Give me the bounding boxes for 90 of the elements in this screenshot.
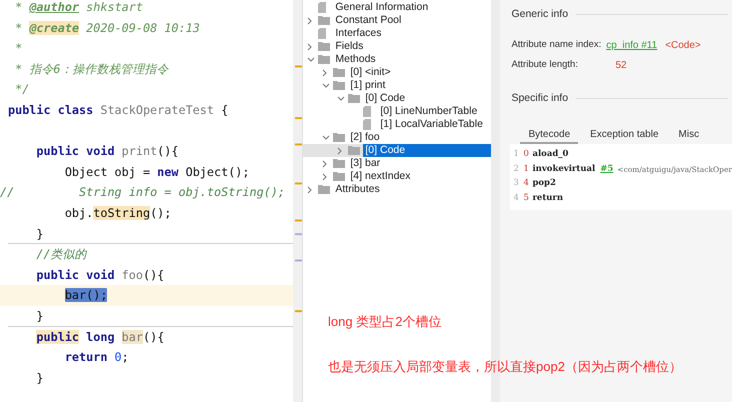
bytecode-offset: 1 [523, 162, 530, 176]
code-text: StackOperateTest [100, 102, 214, 117]
code-text: * [15, 0, 24, 14]
bytecode-instruction: invokevirtual [532, 162, 596, 176]
field-value: 52 [615, 58, 627, 73]
code-text: long [86, 330, 116, 344]
code-text: Object(); [186, 164, 250, 179]
tree-item[interactable]: [2] foo [348, 131, 382, 144]
section-title: Specific info [511, 90, 568, 106]
bytecode-offset: 5 [523, 192, 530, 205]
tab[interactable]: Exception table [582, 126, 667, 144]
tree-item[interactable]: Attributes [333, 183, 382, 196]
selected-code: bar(); [64, 288, 108, 302]
file-icon [363, 119, 372, 130]
tab[interactable]: Misc [670, 126, 708, 144]
bytecode-offset: 0 [523, 148, 530, 162]
code-text: bar [122, 330, 143, 344]
folder-icon [318, 42, 330, 51]
code-text: } [36, 308, 44, 323]
tree-item[interactable]: [0] Code [363, 144, 491, 157]
file-icon [318, 2, 326, 13]
code-text: print [122, 144, 158, 158]
code-text: * [15, 41, 22, 56]
code-text: public [36, 330, 80, 344]
folder-icon [333, 133, 346, 142]
bytecode-instruction: pop2 [532, 177, 556, 190]
folder-icon [318, 55, 330, 64]
code-text: @create [29, 20, 80, 35]
folder-icon [318, 16, 330, 25]
tree-item[interactable]: [0] Code [363, 92, 408, 105]
code-text: 2020-09-08 10:13 [86, 20, 200, 35]
tree-item[interactable]: Interfaces [333, 27, 384, 40]
code-text: public class [8, 102, 94, 117]
field-value: <Code> [665, 38, 701, 53]
code-text: @author [29, 0, 80, 14]
folder-icon [333, 159, 346, 168]
tree-item[interactable]: Constant Pool [333, 14, 404, 27]
tree-item[interactable]: [0] <init> [348, 66, 393, 79]
annotation-text: long 类型占2个槽位 [328, 314, 442, 330]
code-text: */ [15, 82, 30, 96]
folder-icon [333, 172, 346, 181]
code-text: return [64, 350, 108, 364]
code-text: Object obj = [64, 164, 152, 179]
folder-icon [333, 81, 346, 90]
tree-item[interactable]: [0] LineNumberTable [378, 105, 480, 118]
code-text: // [0, 185, 14, 200]
code-text: 0 [114, 350, 122, 364]
file-icon [318, 28, 326, 39]
file-icon [363, 106, 372, 117]
code-text: toString [93, 206, 150, 220]
code-text: } [36, 370, 44, 385]
code-text: } [36, 226, 44, 241]
code-text: shkstart [86, 0, 143, 14]
code-text: //类似的 [36, 247, 87, 262]
code-text: * [15, 20, 24, 35]
tree-item[interactable]: Methods [333, 53, 378, 66]
code-text: public void [36, 268, 116, 282]
field-label: Attribute name index: [511, 38, 602, 52]
code-text: (){ [157, 144, 178, 158]
code-text: foo [122, 268, 143, 282]
code-text: (){ [142, 268, 164, 282]
code-text: (){ [142, 330, 164, 344]
line-number: 3 [513, 177, 520, 190]
code-text: { [221, 102, 228, 117]
bytecode-offset: 4 [523, 177, 530, 190]
code-text: * 指令6：操作数栈管理指令 [15, 62, 168, 76]
folder-icon [348, 146, 360, 155]
line-number: 2 [513, 162, 520, 176]
tree-item[interactable]: [1] LocalVariableTable [378, 118, 485, 131]
code-text: (); [150, 206, 172, 220]
code-text: obj. [64, 206, 94, 220]
bytecode-instruction: return [532, 192, 564, 205]
folder-icon [333, 68, 346, 77]
tree-item[interactable]: General Information [333, 1, 430, 14]
bytecode-instruction: aload_0 [532, 148, 568, 162]
section-title: Generic info [511, 7, 568, 22]
code-text: ; [122, 350, 129, 364]
folder-icon [318, 185, 330, 194]
field-label: Attribute length: [511, 58, 579, 72]
tree-item[interactable]: [4] nextIndex [348, 170, 413, 183]
tree-item[interactable]: [1] print [348, 79, 388, 92]
line-number: 1 [513, 148, 520, 162]
code-text: public void [36, 144, 116, 158]
folder-icon [348, 94, 360, 103]
tree-item[interactable]: [3] bar [348, 157, 382, 170]
code-text: String info = obj.toString(); [79, 185, 286, 200]
tree-item[interactable]: Fields [333, 40, 366, 53]
code-text: new [157, 164, 178, 179]
annotation-text: 也是无须压入局部变量表，所以直接pop2（因为占两个槽位） [328, 359, 682, 375]
line-number: 4 [513, 192, 520, 205]
